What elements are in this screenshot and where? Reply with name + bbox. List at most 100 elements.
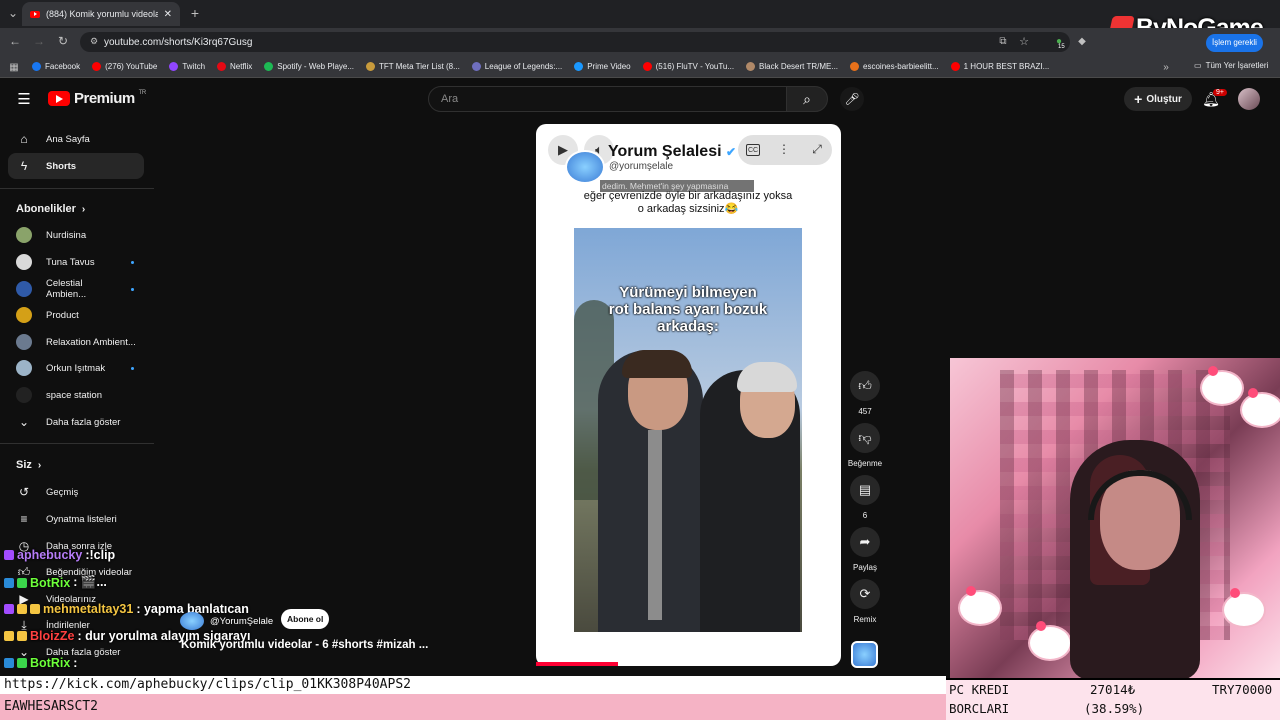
chat-badge-icon <box>4 577 14 588</box>
kredi-goal: TRY70000 <box>1212 682 1273 697</box>
chat-message: aphebucky :!clip <box>4 548 115 562</box>
address-text: youtube.com/shorts/Ki3rq67Gusg <box>104 36 253 48</box>
sidebar-item-playlists[interactable]: ≡ Oynatma listeleri <box>8 506 144 532</box>
folder-icon: ▭ <box>1194 61 1202 70</box>
thumbs-up-icon: 👍︎ <box>850 371 880 401</box>
bookmark-item[interactable]: Prime Video <box>574 62 631 71</box>
caption-line: eğer çevrenizde öyle bir arkadaşınız yok… <box>583 190 793 202</box>
youtube-icon <box>950 62 960 71</box>
short-channel-name[interactable]: Yorum Şelalesi ✔ <box>608 143 736 161</box>
sidebar-item-shorts[interactable]: ϟ Shorts <box>8 153 144 179</box>
chat-badge-icon <box>17 577 27 588</box>
bookmark-item[interactable]: Twitch <box>169 62 205 71</box>
bookmark-item[interactable]: Facebook <box>32 62 80 71</box>
search-input[interactable]: Ara <box>428 86 788 112</box>
subscribe-button[interactable]: Abone ol <box>281 609 330 629</box>
history-icon: ↺ <box>18 485 30 499</box>
bookmarks-bar: Facebook (276) YouTube Twitch Netflix Sp… <box>0 56 1280 78</box>
avatar[interactable] <box>1238 88 1260 110</box>
tft-icon <box>366 62 376 71</box>
new-tab-icon[interactable]: + <box>188 5 202 21</box>
captions-icon[interactable]: CC <box>746 144 760 156</box>
menu-icon[interactable]: ☰ <box>16 91 32 108</box>
video-progress-bar[interactable] <box>536 662 619 666</box>
short-video-title[interactable]: Komik yorumlu videolar - 6 #shorts #miza… <box>181 639 428 651</box>
address-bar[interactable]: youtube.com/shorts/Ki3rq67Gusg <box>80 32 1070 52</box>
microphone-icon: 🎤︎ <box>844 92 860 106</box>
like-action[interactable]: 👍︎ 457 <box>849 371 881 416</box>
install-icon[interactable]: ⧉ <box>997 35 1009 47</box>
channel-avatar <box>16 281 32 297</box>
promo-code-banner: EAWHESARSCT2 <box>0 694 946 720</box>
comment-icon: ▤ <box>850 475 880 505</box>
kredi-value: 27014₺ <box>1090 682 1136 697</box>
channel-logo[interactable] <box>565 150 605 184</box>
audio-thumbnail[interactable] <box>851 641 878 668</box>
update-button[interactable]: İşlem gerekli <box>1206 34 1263 52</box>
bookmark-star-icon[interactable]: ☆ <box>1018 35 1030 48</box>
sidebar-channel[interactable]: Relaxation Ambient... <box>8 329 144 355</box>
kredi-label: PC KREDI <box>949 682 1010 697</box>
bookmark-item[interactable]: 1 HOUR BEST BRAZI... <box>950 62 1049 71</box>
fullscreen-icon[interactable]: ⤢ <box>810 142 824 156</box>
subscriptions-heading[interactable]: Abonelikler › <box>16 203 85 215</box>
forward-icon[interactable]: → <box>32 34 46 48</box>
hello-kitty-decoration <box>1240 388 1280 428</box>
all-bookmarks-button[interactable]: ▭ Tüm Yer İşaretleri <box>1194 61 1268 70</box>
bookmark-item[interactable]: Netflix <box>217 62 252 71</box>
tab-search-icon[interactable]: ⌄ <box>6 6 20 20</box>
bookmark-item[interactable]: Spotify - Web Playe... <box>264 62 354 71</box>
show-more-subscriptions[interactable]: ⌄ Daha fazla göster <box>8 409 144 435</box>
playlist-icon: ≡ <box>20 512 28 526</box>
extension-badge: 15 <box>1058 44 1065 50</box>
close-tab-icon[interactable]: ✕ <box>164 9 172 20</box>
divider <box>0 188 154 189</box>
bookmark-item[interactable]: TFT Meta Tier List (8... <box>366 62 460 71</box>
bookmark-item[interactable]: Black Desert TR/ME... <box>746 62 838 71</box>
sidebar-channel[interactable]: Nurdisina <box>8 222 144 248</box>
sidebar-channel[interactable]: Celestial Ambien... <box>8 276 144 302</box>
share-icon: ➦ <box>850 527 880 557</box>
voice-search-button[interactable]: 🎤︎ <box>840 87 864 111</box>
sidebar-channel[interactable]: Tuna Tavus <box>8 249 144 275</box>
extension2-icon[interactable]: ◆ <box>1076 35 1088 47</box>
bookmark-item[interactable]: escoines-barbieelitt... <box>850 62 939 71</box>
dislike-action[interactable]: 👎︎ Beğenme <box>848 423 882 468</box>
sidebar-item-home[interactable]: ⌂ Ana Sayfa <box>8 126 144 152</box>
sidebar-item-history[interactable]: ↺ Geçmiş <box>8 479 144 505</box>
share-action[interactable]: ➦ Paylaş <box>849 527 881 572</box>
search-button[interactable]: ⌕ <box>786 86 828 112</box>
plus-icon: + <box>1134 91 1143 107</box>
search-icon: ⌕ <box>803 90 811 107</box>
caption-line: o arkadaş sizsiniz😂 <box>637 203 739 215</box>
hair-left <box>622 350 692 378</box>
back-icon[interactable]: ← <box>8 34 22 48</box>
create-button[interactable]: + Oluştur <box>1124 87 1192 111</box>
you-heading[interactable]: Siz › <box>16 459 41 471</box>
new-content-dot <box>131 287 134 291</box>
reload-icon[interactable]: ↻ <box>56 34 70 48</box>
shorts-channel-overlay[interactable]: @YorumŞelale <box>180 612 273 630</box>
youtube-icon <box>92 62 102 71</box>
more-bookmarks-icon[interactable]: » <box>1160 61 1172 73</box>
channel-avatar <box>16 387 32 403</box>
sidebar-channel[interactable]: Product <box>8 302 144 328</box>
remix-icon: ⟳ <box>850 579 880 609</box>
remix-action[interactable]: ⟳ Remix <box>849 579 881 624</box>
channel-avatar <box>16 307 32 323</box>
browser-tab[interactable]: (884) Komik yorumlu videolar - ✕ <box>22 2 180 26</box>
new-content-dot <box>131 260 134 264</box>
bookmark-item[interactable]: League of Legends:... <box>471 62 562 71</box>
youtube-logo[interactable]: Premium TR <box>48 90 146 107</box>
apps-grid-icon[interactable]: ▦ <box>8 61 20 73</box>
site-info-icon[interactable]: ⚙ <box>88 35 100 47</box>
sidebar-channel[interactable]: Orkun Işıtmak <box>8 355 144 381</box>
bookmark-item[interactable]: (516) FluTV - YouTu... <box>642 62 734 71</box>
beanie <box>737 362 797 392</box>
comment-action[interactable]: ▤ 6 <box>849 475 881 520</box>
chat-message: BotRix : 🎬... <box>4 575 107 590</box>
chevron-down-icon: ⌄ <box>18 415 30 429</box>
more-options-icon[interactable]: ⋮ <box>778 142 790 156</box>
sidebar-channel[interactable]: space station <box>8 382 144 408</box>
bookmark-item[interactable]: (276) YouTube <box>92 62 157 71</box>
